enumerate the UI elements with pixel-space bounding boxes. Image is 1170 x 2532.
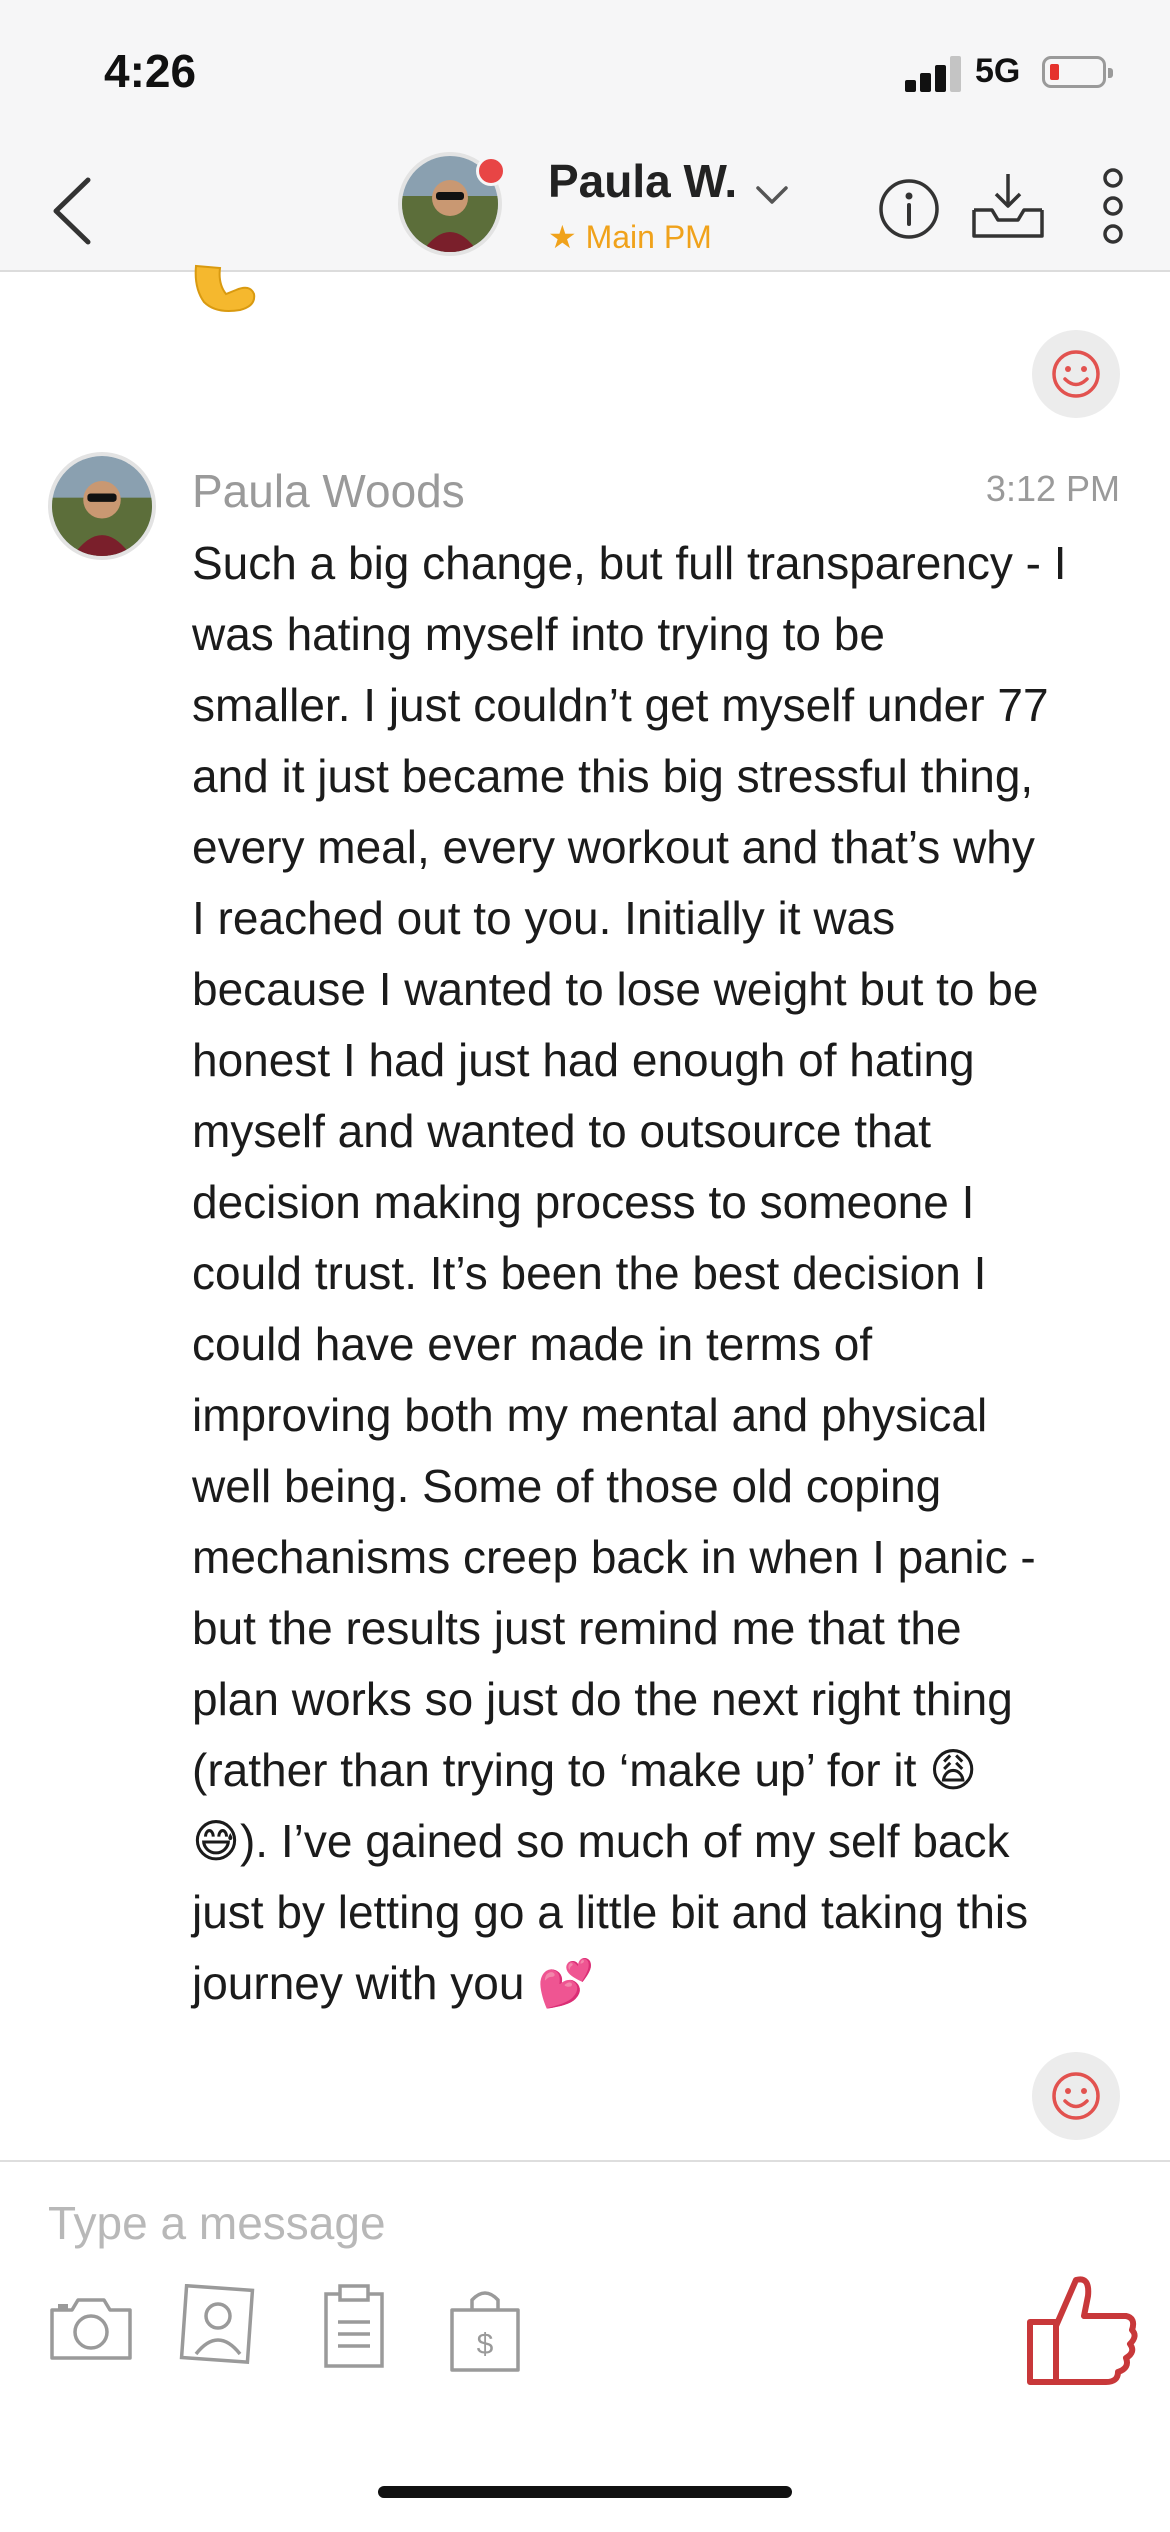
svg-text:$: $ <box>477 2328 494 2361</box>
add-reaction-button[interactable] <box>1032 330 1120 418</box>
document-icon[interactable] <box>320 2284 390 2370</box>
contact-subtitle: ★ Main PM <box>548 219 712 255</box>
composer-divider <box>0 2160 1170 2162</box>
more-options-icon[interactable] <box>1096 166 1130 246</box>
thumbs-up-icon[interactable] <box>1022 2270 1142 2388</box>
smiley-icon <box>1052 350 1100 398</box>
info-icon[interactable] <box>878 178 940 240</box>
online-status-dot <box>476 156 506 186</box>
camera-icon[interactable] <box>48 2292 134 2364</box>
contact-name[interactable]: Paula W. <box>548 154 737 208</box>
sender-avatar[interactable] <box>48 452 156 560</box>
add-reaction-button[interactable] <box>1032 2052 1120 2140</box>
message-input[interactable]: Type a message <box>48 2196 948 2250</box>
message-sender: Paula Woods <box>192 465 465 517</box>
conversation-header: Paula W. ★ Main PM <box>0 140 1170 272</box>
message-timestamp: 3:12 PM <box>985 468 1120 509</box>
flexed-biceps-emoji <box>194 264 256 312</box>
contact-card-icon[interactable] <box>178 2284 264 2370</box>
battery-icon <box>1042 56 1113 88</box>
chevron-down-icon[interactable] <box>752 180 792 210</box>
inbox-download-icon[interactable] <box>968 170 1048 242</box>
back-icon[interactable] <box>46 166 106 256</box>
signal-icon <box>905 56 961 92</box>
status-bar: 4:26 5G <box>0 0 1170 140</box>
smiley-icon <box>1052 2072 1100 2120</box>
message-body: Such a big change, but full transparency… <box>192 537 1067 2009</box>
star-icon: ★ <box>548 219 577 255</box>
status-time: 4:26 <box>104 45 197 97</box>
shopping-bag-icon[interactable]: $ <box>446 2284 524 2374</box>
home-indicator <box>378 2486 792 2498</box>
network-label: 5G <box>975 52 1021 90</box>
